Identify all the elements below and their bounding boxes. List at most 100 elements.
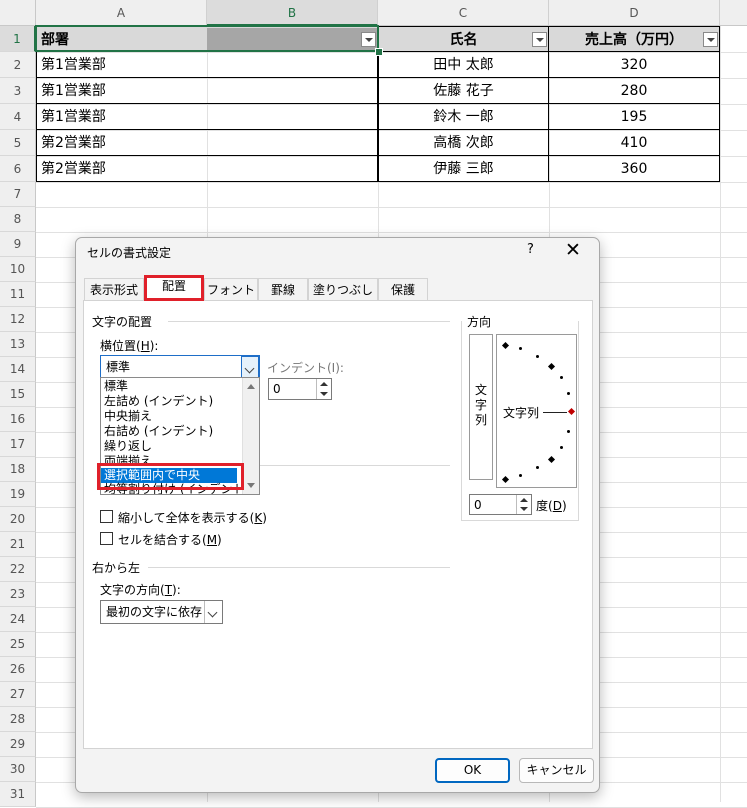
tab-protection[interactable]: 保護	[378, 278, 428, 301]
row-header[interactable]: 31	[0, 782, 36, 807]
tab-alignment[interactable]: 配置	[144, 275, 204, 301]
gridline	[720, 26, 721, 802]
orientation-mark	[501, 341, 510, 350]
row-header[interactable]: 7	[0, 182, 36, 207]
column-header-d[interactable]: D	[549, 0, 720, 26]
row-header[interactable]: 4	[0, 104, 36, 130]
angled-text-label: 文字列	[503, 406, 540, 420]
row-header[interactable]: 16	[0, 407, 36, 432]
spin-down-icon[interactable]	[320, 392, 328, 396]
chevron-down-icon[interactable]	[204, 601, 222, 623]
option-highlight-box	[97, 463, 244, 490]
row-header[interactable]: 25	[0, 632, 36, 657]
row-header[interactable]: 22	[0, 557, 36, 582]
gridline	[36, 182, 747, 183]
orientation-dial[interactable]: 文字列	[496, 334, 577, 488]
row-header[interactable]: 30	[0, 757, 36, 782]
indent-spinner[interactable]: 0	[268, 378, 332, 400]
select-all-corner[interactable]	[0, 0, 36, 26]
merge-cells-label[interactable]: セルを結合する(M)	[118, 531, 222, 548]
text-direction-select[interactable]: 最初の文字に依存	[100, 600, 223, 624]
spin-up-icon[interactable]	[520, 498, 528, 502]
cell-dept[interactable]: 第2営業部	[36, 156, 378, 182]
column-header-b[interactable]: B	[207, 0, 378, 26]
cancel-button[interactable]: キャンセル	[519, 758, 594, 783]
column-header-c[interactable]: C	[378, 0, 549, 26]
cell-name[interactable]: 田中 太郎	[378, 52, 549, 78]
row-header[interactable]: 18	[0, 457, 36, 482]
row-header[interactable]: 1	[0, 26, 36, 52]
row-header[interactable]: 21	[0, 532, 36, 557]
cell-dept[interactable]: 第1営業部	[36, 78, 378, 104]
degrees-spinner[interactable]: 0	[469, 494, 532, 515]
spin-up-icon[interactable]	[320, 382, 328, 386]
orientation-pointer[interactable]	[567, 407, 576, 416]
cell-sales[interactable]: 360	[548, 156, 720, 182]
shrink-to-fit-label[interactable]: 縮小して全体を表示する(K)	[118, 509, 267, 526]
scroll-up-icon[interactable]	[247, 384, 255, 389]
cell-sales[interactable]: 320	[548, 52, 720, 78]
row-header[interactable]: 23	[0, 582, 36, 607]
degrees-value: 0	[474, 498, 482, 512]
list-scrollbar[interactable]	[242, 378, 259, 494]
help-button[interactable]: ?	[527, 242, 534, 257]
row-header[interactable]: 11	[0, 282, 36, 307]
row-header[interactable]: 12	[0, 307, 36, 332]
list-option[interactable]: 右詰め (インデント)	[104, 424, 213, 439]
vertical-text-button[interactable]: 文字列	[469, 334, 493, 480]
list-option[interactable]: 左詰め (インデント)	[104, 394, 213, 409]
filter-dropdown-button[interactable]	[703, 32, 718, 47]
row-header[interactable]: 2	[0, 52, 36, 78]
tab-font[interactable]: フォント	[204, 278, 258, 301]
tab-number-format[interactable]: 表示形式	[84, 278, 144, 301]
merge-cells-checkbox[interactable]	[100, 532, 113, 545]
cell-dept[interactable]: 第1営業部	[36, 52, 378, 78]
gridline	[36, 207, 747, 208]
cell-name[interactable]: 佐藤 花子	[378, 78, 549, 104]
fill-handle[interactable]	[375, 48, 383, 56]
cell-name[interactable]: 鈴木 一郎	[378, 104, 549, 130]
list-option[interactable]: 中央揃え	[104, 409, 152, 424]
cell-dept[interactable]: 第1営業部	[36, 104, 378, 130]
row-header[interactable]: 6	[0, 156, 36, 182]
row-header[interactable]: 14	[0, 357, 36, 382]
header-cell-sales[interactable]: 売上高（万円）	[548, 26, 720, 52]
cell-sales[interactable]: 195	[548, 104, 720, 130]
header-cell-name[interactable]: 氏名	[378, 26, 549, 52]
cell-sales[interactable]: 280	[548, 78, 720, 104]
horizontal-alignment-select[interactable]: 標準	[100, 355, 260, 379]
row-header[interactable]: 17	[0, 432, 36, 457]
row-header[interactable]: 19	[0, 482, 36, 507]
tab-border[interactable]: 罫線	[258, 278, 308, 301]
row-header[interactable]: 27	[0, 682, 36, 707]
row-header[interactable]: 3	[0, 78, 36, 104]
row-header[interactable]: 26	[0, 657, 36, 682]
spin-down-icon[interactable]	[520, 507, 528, 511]
row-header[interactable]: 24	[0, 607, 36, 632]
row-header[interactable]: 9	[0, 232, 36, 257]
shrink-to-fit-checkbox[interactable]	[100, 510, 113, 523]
filter-dropdown-button[interactable]	[532, 32, 547, 47]
scroll-down-icon[interactable]	[247, 483, 255, 488]
row-header[interactable]: 15	[0, 382, 36, 407]
list-option[interactable]: 両端揃え	[104, 454, 152, 463]
row-header[interactable]: 5	[0, 130, 36, 156]
row-header[interactable]: 20	[0, 507, 36, 532]
ok-button[interactable]: OK	[435, 758, 510, 783]
row-header[interactable]: 13	[0, 332, 36, 357]
row-header[interactable]: 29	[0, 732, 36, 757]
cell-name[interactable]: 高橋 次郎	[378, 130, 549, 156]
close-button[interactable]: ✕	[565, 239, 581, 261]
cell-sales[interactable]: 410	[548, 130, 720, 156]
row-header[interactable]: 10	[0, 257, 36, 282]
column-header-e[interactable]	[720, 0, 747, 26]
cell-name[interactable]: 伊藤 三郎	[378, 156, 549, 182]
list-option[interactable]: 標準	[104, 379, 128, 394]
tab-fill[interactable]: 塗りつぶし	[308, 278, 378, 301]
row-header[interactable]: 8	[0, 207, 36, 232]
chevron-down-icon[interactable]	[241, 356, 259, 378]
list-option[interactable]: 繰り返し	[104, 439, 152, 454]
row-header[interactable]: 28	[0, 707, 36, 732]
column-header-a[interactable]: A	[36, 0, 207, 26]
cell-dept[interactable]: 第2営業部	[36, 130, 378, 156]
